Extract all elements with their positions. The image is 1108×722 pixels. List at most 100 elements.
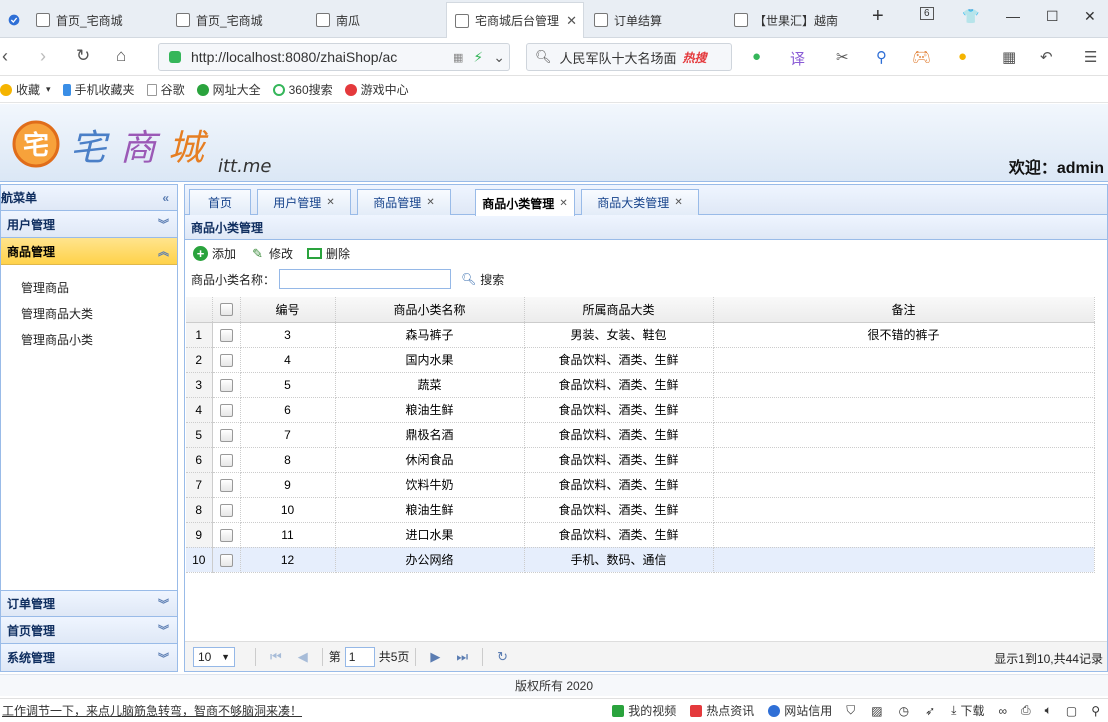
table-row[interactable]: 6 8 休闲食品 食品饮料、酒类、生鲜 — [186, 447, 1095, 473]
reload-icon[interactable]: ↻ — [497, 649, 508, 665]
status-site-credit[interactable]: 网站信用 — [768, 702, 832, 719]
close-tab-icon[interactable]: ✕ — [426, 197, 434, 208]
capture-icon[interactable]: ⎙ — [1021, 703, 1031, 718]
tab-home[interactable]: 首页 — [189, 189, 251, 215]
undo-icon[interactable]: ↶ — [1040, 48, 1053, 66]
row-checkbox[interactable] — [219, 353, 233, 367]
edit-button[interactable]: ✎ 修改 — [250, 245, 293, 262]
sidebar-item-manage-subcategories[interactable]: 管理商品小类 — [1, 327, 177, 353]
browser-tab-1[interactable]: 首页_宅商城 — [28, 2, 168, 38]
browser-tab-6[interactable]: 【世果汇】越南 — [726, 2, 856, 38]
browser-logo-icon[interactable] — [0, 2, 28, 38]
clock-icon[interactable]: ◷ — [899, 704, 909, 718]
shield-icon[interactable]: ⛉ — [846, 703, 855, 718]
table-row[interactable]: 5 7 鼎极名酒 食品饮料、酒类、生鲜 — [186, 422, 1095, 448]
bookmark-games[interactable]: 游戏中心 — [344, 81, 409, 98]
status-download[interactable]: ⤓ 下载 — [951, 702, 984, 719]
tab-count-badge[interactable]: 6 — [920, 7, 934, 20]
site-logo[interactable]: 宅 宅 商 城 itt.me — [12, 114, 292, 177]
menu-icon[interactable]: ☰ — [1084, 48, 1097, 66]
select-all-checkbox[interactable] — [219, 303, 233, 317]
close-tab-icon[interactable]: ✕ — [559, 198, 567, 209]
delete-button[interactable]: 删除 — [307, 245, 350, 262]
next-page-icon[interactable]: ▶ — [430, 649, 440, 665]
back-icon[interactable]: ‹ — [2, 46, 8, 67]
maximize-icon[interactable]: ☐ — [1046, 8, 1059, 25]
tab-user-management[interactable]: 用户管理 ✕ — [257, 189, 351, 215]
column-header-id[interactable]: 编号 — [240, 297, 336, 323]
chat-icon[interactable]: ● — [752, 48, 761, 65]
magnifier-icon[interactable]: ⚲ — [876, 48, 887, 66]
sidebar-section-system[interactable]: 系统管理 ︾ — [1, 644, 177, 671]
url-dropdown-icon[interactable]: ⌄ — [493, 49, 505, 66]
table-row[interactable]: 4 6 粮油生鲜 食品饮料、酒类、生鲜 — [186, 397, 1095, 423]
coin-icon[interactable]: ● — [958, 48, 967, 65]
browser-tab-2[interactable]: 首页_宅商城 — [168, 2, 308, 38]
browser-tab-3[interactable]: 南瓜 — [308, 2, 446, 38]
image-icon[interactable]: ▨ — [871, 704, 882, 718]
translate-icon[interactable]: 译 — [790, 48, 805, 69]
bookmark-favorites[interactable]: 收藏 ▾ — [0, 81, 51, 98]
row-checkbox[interactable] — [219, 553, 233, 567]
minimize-icon[interactable]: — — [1006, 8, 1020, 24]
tab-product-management[interactable]: 商品管理 ✕ — [357, 189, 451, 215]
status-hot-news[interactable]: 热点资讯 — [690, 702, 754, 719]
grid-apps-icon[interactable]: ▦ — [1002, 48, 1016, 66]
close-tab-icon[interactable]: ✕ — [326, 197, 334, 208]
shirt-icon[interactable]: 👕 — [962, 8, 979, 25]
zoom-icon[interactable]: ⚲ — [1091, 704, 1100, 718]
last-page-icon[interactable]: ⏭ — [456, 649, 468, 665]
status-news-link[interactable]: 工作调节一下，来点儿脑筋急转弯，智商不够脑洞来凑！ — [0, 702, 302, 719]
sidebar-item-manage-categories[interactable]: 管理商品大类 — [1, 301, 177, 327]
bookmark-google[interactable]: 谷歌 — [146, 81, 185, 98]
close-tab-icon[interactable]: ✕ — [674, 197, 682, 208]
tab-subcategory-management[interactable]: 商品小类管理 ✕ — [475, 189, 575, 216]
browser-tab-4-active[interactable]: 宅商城后台管理 ✕ — [446, 2, 584, 38]
row-checkbox[interactable] — [219, 378, 233, 392]
game-icon[interactable]: 🎮︎ — [912, 48, 931, 66]
sidebar-item-manage-products[interactable]: 管理商品 — [1, 275, 177, 301]
page-number-input[interactable]: 1 — [344, 646, 375, 667]
browser-tab-5[interactable]: 订单结算 — [586, 2, 724, 38]
tab-category-management[interactable]: 商品大类管理 ✕ — [581, 189, 699, 215]
home-icon[interactable]: ⌂ — [116, 46, 126, 66]
table-row[interactable]: 9 11 进口水果 食品饮料、酒类、生鲜 — [186, 522, 1095, 548]
row-checkbox[interactable] — [219, 478, 233, 492]
row-checkbox[interactable] — [219, 428, 233, 442]
table-row[interactable]: 10 12 办公网络 手机、数码、通信 — [186, 547, 1095, 573]
new-tab-icon[interactable]: + — [872, 5, 884, 28]
row-checkbox[interactable] — [219, 403, 233, 417]
url-input[interactable]: http://localhost:8080/zhaiShop/ac ▦ ⚡ ⌄ — [158, 43, 510, 71]
row-checkbox[interactable] — [219, 503, 233, 517]
table-row[interactable]: 1 3 森马裤子 男装、女装、鞋包 很不错的裤子 — [186, 322, 1095, 348]
search-input[interactable]: 🔍︎ 人民军队十大名场面 热搜 — [526, 43, 732, 71]
collapse-left-icon[interactable]: « — [162, 191, 169, 205]
subcategory-name-input[interactable] — [279, 269, 452, 289]
table-row[interactable]: 7 9 饮料牛奶 食品饮料、酒类、生鲜 — [186, 472, 1095, 498]
window-icon[interactable]: ▢ — [1066, 704, 1077, 718]
column-header-category[interactable]: 所属商品大类 — [524, 297, 714, 323]
search-button[interactable]: 🔍︎ 搜索 — [461, 271, 504, 288]
table-row[interactable]: 8 10 粮油生鲜 食品饮料、酒类、生鲜 — [186, 497, 1095, 523]
volume-icon[interactable]: 🔈︎ — [1045, 703, 1052, 718]
sidebar-section-products[interactable]: 商品管理 ︽ — [1, 238, 177, 265]
bookmark-sites[interactable]: 网址大全 — [196, 81, 261, 98]
sidebar-section-users[interactable]: 用户管理 ︾ — [1, 211, 177, 238]
sidebar-section-homepage[interactable]: 首页管理 ︾ — [1, 617, 177, 644]
column-header-name[interactable]: 商品小类名称 — [335, 297, 525, 323]
row-checkbox[interactable] — [219, 453, 233, 467]
window-close-icon[interactable]: ✕ — [1084, 8, 1096, 25]
sidebar-section-orders[interactable]: 订单管理 ︾ — [1, 590, 177, 617]
first-page-icon[interactable]: ⏮ — [270, 649, 282, 665]
bookmark-360[interactable]: 360搜索 — [272, 81, 333, 98]
speed-icon[interactable]: ⚡ — [473, 49, 483, 66]
qr-icon[interactable]: ▦ — [453, 51, 463, 64]
row-checkbox[interactable] — [219, 328, 233, 342]
row-checkbox[interactable] — [219, 528, 233, 542]
table-row[interactable]: 2 4 国内水果 食品饮料、酒类、生鲜 — [186, 347, 1095, 373]
close-tab-icon[interactable]: ✕ — [566, 13, 577, 29]
scissors-icon[interactable]: ✂ — [836, 48, 849, 66]
rocket-icon[interactable]: ➶ — [925, 704, 935, 718]
refresh-icon[interactable]: ↻ — [76, 46, 90, 66]
page-size-select[interactable]: 10 ▼ — [193, 646, 235, 667]
